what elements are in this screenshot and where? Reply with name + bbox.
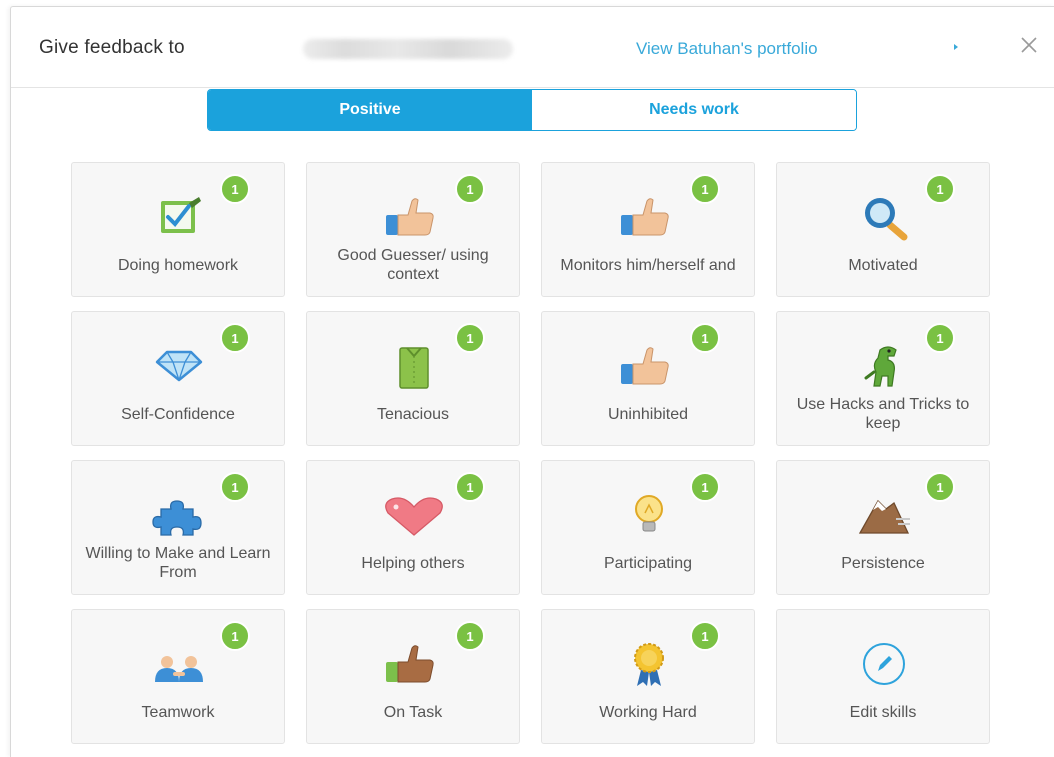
thumbs-up-dark-icon [374,640,454,688]
people-icon [139,640,219,688]
skill-card-doing-homework[interactable]: 1 Doing homework [71,162,285,297]
close-icon[interactable] [1017,33,1041,57]
skill-count-badge: 1 [220,472,250,502]
skill-label: Willing to Make and Learn From [85,545,271,581]
skill-count-badge: 1 [220,621,250,651]
skill-card-helping-others[interactable]: 1 Helping others [306,460,520,595]
skill-count-badge: 1 [455,174,485,204]
ribbon-medal-icon [609,640,689,688]
skill-label: On Task [383,703,443,721]
tab-needs-work[interactable]: Needs work [532,90,856,130]
skill-card-self-confidence[interactable]: 1 Self-Confidence [71,311,285,446]
skill-label: Helping others [361,554,465,572]
skill-count-badge: 1 [455,472,485,502]
skill-count-badge: 1 [220,323,250,353]
checkbox-icon [139,193,219,241]
puzzle-icon [139,491,219,539]
view-portfolio-link[interactable]: View Batuhan's portfolio [636,39,818,59]
skill-card-working-hard[interactable]: 1 Working Hard [541,609,755,744]
skill-count-badge: 1 [690,621,720,651]
dinosaur-icon [844,342,924,390]
thumbs-up-icon [374,193,454,241]
skill-label: Working Hard [599,703,697,721]
skill-card-use-hacks[interactable]: 1 Use Hacks and Tricks to keep [776,311,990,446]
skill-label: Motivated [848,256,918,274]
skill-label: Monitors him/herself and [560,256,736,274]
diamond-icon [139,342,219,390]
skill-card-monitors[interactable]: 1 Monitors him/herself and [541,162,755,297]
skill-card-uninhibited[interactable]: 1 Uninhibited [541,311,755,446]
skill-label: Tenacious [376,405,450,423]
skill-count-badge: 1 [455,621,485,651]
skill-card-teamwork[interactable]: 1 Teamwork [71,609,285,744]
edit-skills-button[interactable]: Edit skills [776,609,990,744]
magnifier-icon [844,193,924,241]
skill-label: Edit skills [849,703,917,721]
skill-card-good-guesser[interactable]: 1 Good Guesser/ using context [306,162,520,297]
skill-card-willing-to-make[interactable]: 1 Willing to Make and Learn From [71,460,285,595]
skill-count-badge: 1 [455,323,485,353]
skill-card-motivated[interactable]: 1 Motivated [776,162,990,297]
caret-right-icon [954,44,958,50]
skill-count-badge: 1 [690,323,720,353]
skill-label: Good Guesser/ using context [337,247,489,283]
skill-label: Teamwork [141,703,215,721]
blurred-student-name [303,39,513,59]
skill-card-on-task[interactable]: 1 On Task [306,609,520,744]
skill-count-badge: 1 [220,174,250,204]
modal-title: Give feedback to [39,37,185,58]
feedback-modal: Give feedback to View Batuhan's portfoli… [10,6,1054,757]
feedback-type-tabs: Positive Needs work [207,89,857,131]
skill-label: Participating [603,554,693,572]
shirt-icon [374,342,454,390]
skill-label: Doing homework [117,256,239,274]
heart-icon [374,491,454,539]
lightbulb-icon [609,491,689,539]
skills-grid: 1 Doing homework 1 Good Guesser/ using c… [71,162,990,744]
skill-card-participating[interactable]: 1 Participating [541,460,755,595]
modal-header: Give feedback to View Batuhan's portfoli… [11,7,1054,88]
thumbs-up-icon [609,193,689,241]
skill-count-badge: 1 [690,174,720,204]
skill-label: Use Hacks and Tricks to keep [796,396,970,432]
skill-card-tenacious[interactable]: 1 Tenacious [306,311,520,446]
thumbs-up-icon [609,342,689,390]
skill-label: Persistence [841,554,925,572]
skill-count-badge: 1 [925,174,955,204]
skill-card-persistence[interactable]: 1 Persistence [776,460,990,595]
mountain-icon [844,491,924,539]
pencil-icon [844,640,924,688]
skill-count-badge: 1 [925,472,955,502]
skill-label: Uninhibited [607,405,689,423]
skill-count-badge: 1 [690,472,720,502]
skill-label: Self-Confidence [121,405,235,423]
skill-count-badge: 1 [925,323,955,353]
tab-positive[interactable]: Positive [208,90,532,130]
